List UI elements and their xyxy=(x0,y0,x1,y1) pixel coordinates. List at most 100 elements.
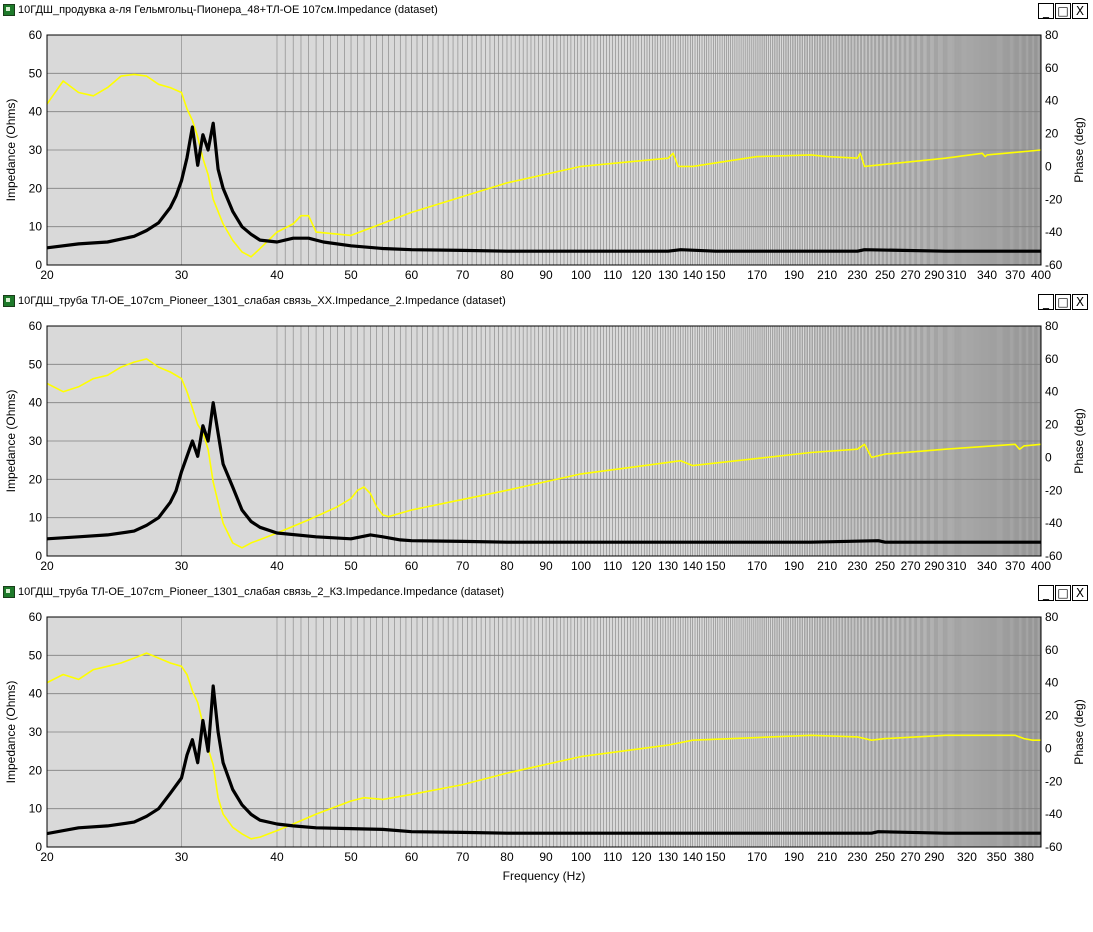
x-tick-label: 90 xyxy=(539,850,553,864)
x-tick-label: 400 xyxy=(1031,268,1051,282)
x-tick-label: 270 xyxy=(901,559,921,573)
x-tick-label: 50 xyxy=(344,559,358,573)
x-tick-label: 50 xyxy=(344,268,358,282)
x-tick-label: 90 xyxy=(539,268,553,282)
x-tick-label: 190 xyxy=(784,850,804,864)
app-icon[interactable] xyxy=(3,4,15,16)
x-axis-title: Frequency (Hz) xyxy=(503,869,586,883)
x-tick-label: 190 xyxy=(784,268,804,282)
y-tick-label: 40 xyxy=(29,105,43,119)
minimize-button[interactable]: _ xyxy=(1038,3,1054,19)
chart-window-3: 10ГДШ_труба ТЛ-ОЕ_107cm_Pioneer_1301_сла… xyxy=(0,582,1093,932)
y-tick-label: 10 xyxy=(29,220,43,234)
x-tick-label: 60 xyxy=(405,268,419,282)
x-tick-label: 50 xyxy=(344,850,358,864)
x-tick-label: 150 xyxy=(706,559,726,573)
x-tick-label: 310 xyxy=(946,559,966,573)
x-tick-label: 140 xyxy=(683,850,703,864)
x-tick-label: 20 xyxy=(40,850,54,864)
y2-tick-label: 80 xyxy=(1045,610,1059,624)
x-tick-label: 40 xyxy=(270,850,284,864)
y-tick-label: 20 xyxy=(29,181,43,195)
app-icon[interactable] xyxy=(3,295,15,307)
x-tick-label: 120 xyxy=(631,850,651,864)
y2-tick-label: 60 xyxy=(1045,352,1059,366)
x-tick-label: 120 xyxy=(631,559,651,573)
close-button[interactable]: X xyxy=(1072,585,1088,601)
x-tick-label: 250 xyxy=(875,850,895,864)
window-titlebar[interactable]: 10ГДШ_труба ТЛ-ОЕ_107cm_Pioneer_1301_сла… xyxy=(0,582,1093,602)
x-tick-label: 80 xyxy=(500,559,514,573)
x-tick-label: 340 xyxy=(977,268,997,282)
impedance-chart-2: 0102030405060-60-40-2002040608020 30 40 50 6… xyxy=(4,319,1086,573)
x-tick-label: 400 xyxy=(1031,559,1051,573)
x-tick-label: 20 xyxy=(40,559,54,573)
x-tick-label: 170 xyxy=(747,559,767,573)
y2-tick-label: 80 xyxy=(1045,28,1059,42)
app-icon[interactable] xyxy=(3,586,15,598)
x-tick-label: 290 xyxy=(924,268,944,282)
x-tick-label: 170 xyxy=(747,850,767,864)
x-tick-label: 230 xyxy=(847,268,867,282)
window-titlebar[interactable]: 10ГДШ_труба ТЛ-ОЕ_107cm_Pioneer_1301_сла… xyxy=(0,291,1093,311)
y2-tick-label: 40 xyxy=(1045,94,1059,108)
y2-tick-label: 20 xyxy=(1045,127,1059,141)
x-tick-label: 120 xyxy=(631,268,651,282)
maximize-button[interactable]: □ xyxy=(1055,585,1071,601)
y-tick-label: 30 xyxy=(29,143,43,157)
window-title: 10ГДШ_труба ТЛ-ОЕ_107cm_Pioneer_1301_сла… xyxy=(18,586,504,598)
y-tick-label: 30 xyxy=(29,434,43,448)
window-title: 10ГДШ_труба ТЛ-ОЕ_107cm_Pioneer_1301_сла… xyxy=(18,295,506,307)
maximize-button[interactable]: □ xyxy=(1055,294,1071,310)
y-tick-label: 60 xyxy=(29,28,43,42)
y2-tick-label: -40 xyxy=(1045,225,1063,239)
x-tick-label: 100 xyxy=(571,559,591,573)
y-tick-label: 10 xyxy=(29,802,43,816)
x-tick-label: 40 xyxy=(270,268,284,282)
window-titlebar[interactable]: 10ГДШ_продувка а-ля Гельмгольц-Пионера_4… xyxy=(0,0,1093,20)
maximize-button[interactable]: □ xyxy=(1055,3,1071,19)
x-tick-label: 250 xyxy=(875,559,895,573)
y2-tick-label: -20 xyxy=(1045,192,1063,206)
x-tick-label: 210 xyxy=(817,850,837,864)
x-tick-label: 290 xyxy=(924,559,944,573)
y-tick-label: 40 xyxy=(29,396,43,410)
x-tick-label: 210 xyxy=(817,268,837,282)
y-axis-title: Impedance (Ohms) xyxy=(4,390,18,493)
y2-tick-label: -60 xyxy=(1045,840,1063,854)
x-tick-label: 150 xyxy=(706,268,726,282)
y-tick-label: 50 xyxy=(29,66,43,80)
chart-window-2: 10ГДШ_труба ТЛ-ОЕ_107cm_Pioneer_1301_сла… xyxy=(0,291,1093,582)
close-button[interactable]: X xyxy=(1072,294,1088,310)
minimize-button[interactable]: _ xyxy=(1038,294,1054,310)
x-tick-label: 150 xyxy=(706,850,726,864)
y-tick-label: 20 xyxy=(29,763,43,777)
y2-tick-label: 0 xyxy=(1045,741,1052,755)
x-tick-label: 70 xyxy=(456,559,470,573)
chart-window-1: 10ГДШ_продувка а-ля Гельмгольц-Пионера_4… xyxy=(0,0,1093,291)
x-tick-label: 140 xyxy=(683,559,703,573)
x-tick-label: 290 xyxy=(924,850,944,864)
y-tick-label: 20 xyxy=(29,472,43,486)
x-tick-label: 370 xyxy=(1005,559,1025,573)
x-tick-label: 210 xyxy=(817,559,837,573)
y2-tick-label: 40 xyxy=(1045,676,1059,690)
x-tick-label: 70 xyxy=(456,850,470,864)
window-title: 10ГДШ_продувка а-ля Гельмгольц-Пионера_4… xyxy=(18,4,438,16)
x-tick-label: 350 xyxy=(987,850,1007,864)
y-axis-title: Impedance (Ohms) xyxy=(4,99,18,202)
x-tick-label: 130 xyxy=(658,559,678,573)
y2-tick-label: 60 xyxy=(1045,643,1059,657)
close-button[interactable]: X xyxy=(1072,3,1088,19)
minimize-button[interactable]: _ xyxy=(1038,585,1054,601)
y2-tick-label: -40 xyxy=(1045,516,1063,530)
x-tick-label: 90 xyxy=(539,559,553,573)
x-tick-label: 130 xyxy=(658,268,678,282)
x-tick-label: 20 xyxy=(40,268,54,282)
x-tick-label: 140 xyxy=(683,268,703,282)
y-tick-label: 10 xyxy=(29,511,43,525)
y2-tick-label: 0 xyxy=(1045,450,1052,464)
x-tick-label: 190 xyxy=(784,559,804,573)
x-tick-label: 340 xyxy=(977,559,997,573)
x-tick-label: 40 xyxy=(270,559,284,573)
